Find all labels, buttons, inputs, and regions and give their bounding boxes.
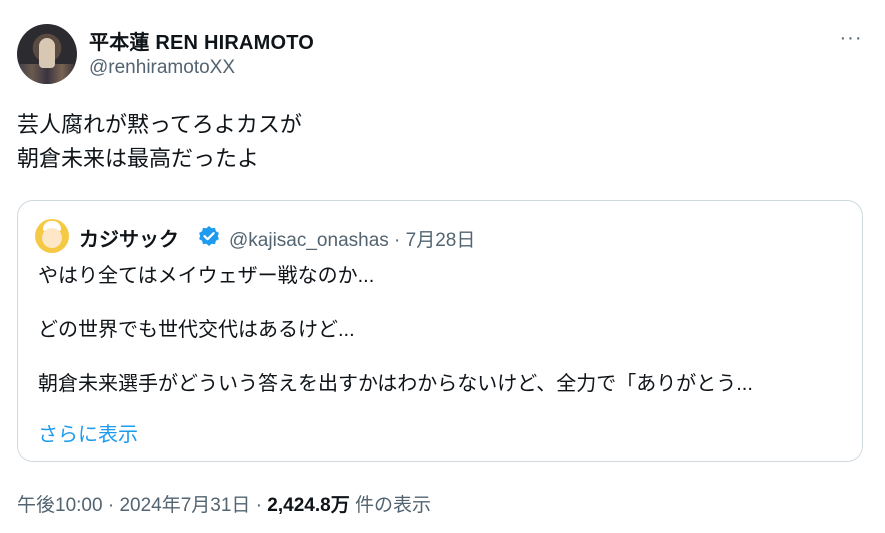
quoted-line: 朝倉未来選手がどういう答えを出すかはわからないけど、全力で「ありがとう... [38,373,753,395]
footer-separator: · [107,495,115,516]
meta-separator: · [394,230,401,251]
footer-separator: · [255,495,263,516]
post-time[interactable]: 午後10:00 [17,495,103,516]
quoted-tweet-card[interactable]: カジサック @kajisac_onashas · 7月28日 やはり全てはメイウ… [17,200,863,462]
quoted-text: やはり全てはメイウェザー戦なのか... どの世界でも世代交代はあるけど... 朝… [38,263,848,398]
quoted-line: やはり全てはメイウェザー戦なのか... [38,265,375,287]
quoted-date[interactable]: 7月28日 [406,230,476,251]
tweet-footer: 午後10:00 · 2024年7月31日 · 2,424.8万 件の表示 [17,490,431,517]
quoted-author-name[interactable]: カジサック [79,223,179,252]
verified-badge-icon [199,226,219,246]
view-count: 2,424.8万 [267,495,350,516]
tweet-line: 朝倉未来は最高だったよ [17,146,260,171]
post-date[interactable]: 2024年7月31日 [119,495,250,516]
author-avatar[interactable] [17,24,77,84]
show-more-link[interactable]: さらに表示 [38,418,138,447]
quoted-line: どの世界でも世代交代はあるけど... [38,319,355,341]
view-label: 件の表示 [354,495,431,516]
tweet-line: 芸人腐れが黙ってろよカスが [17,112,302,137]
avatar-figure [39,38,55,68]
tweet-text: 芸人腐れが黙ってろよカスが 朝倉未来は最高だったよ [17,108,302,176]
quoted-avatar[interactable] [35,219,69,253]
avatar-face [42,228,62,248]
quoted-handle[interactable]: @kajisac_onashas [229,230,389,251]
quoted-meta: @kajisac_onashas · 7月28日 [229,225,475,252]
author-name[interactable]: 平本蓮 REN HIRAMOTO [89,26,314,55]
more-options-icon[interactable]: ··· [836,26,866,50]
author-handle[interactable]: @renhiramotoXX [89,57,235,79]
